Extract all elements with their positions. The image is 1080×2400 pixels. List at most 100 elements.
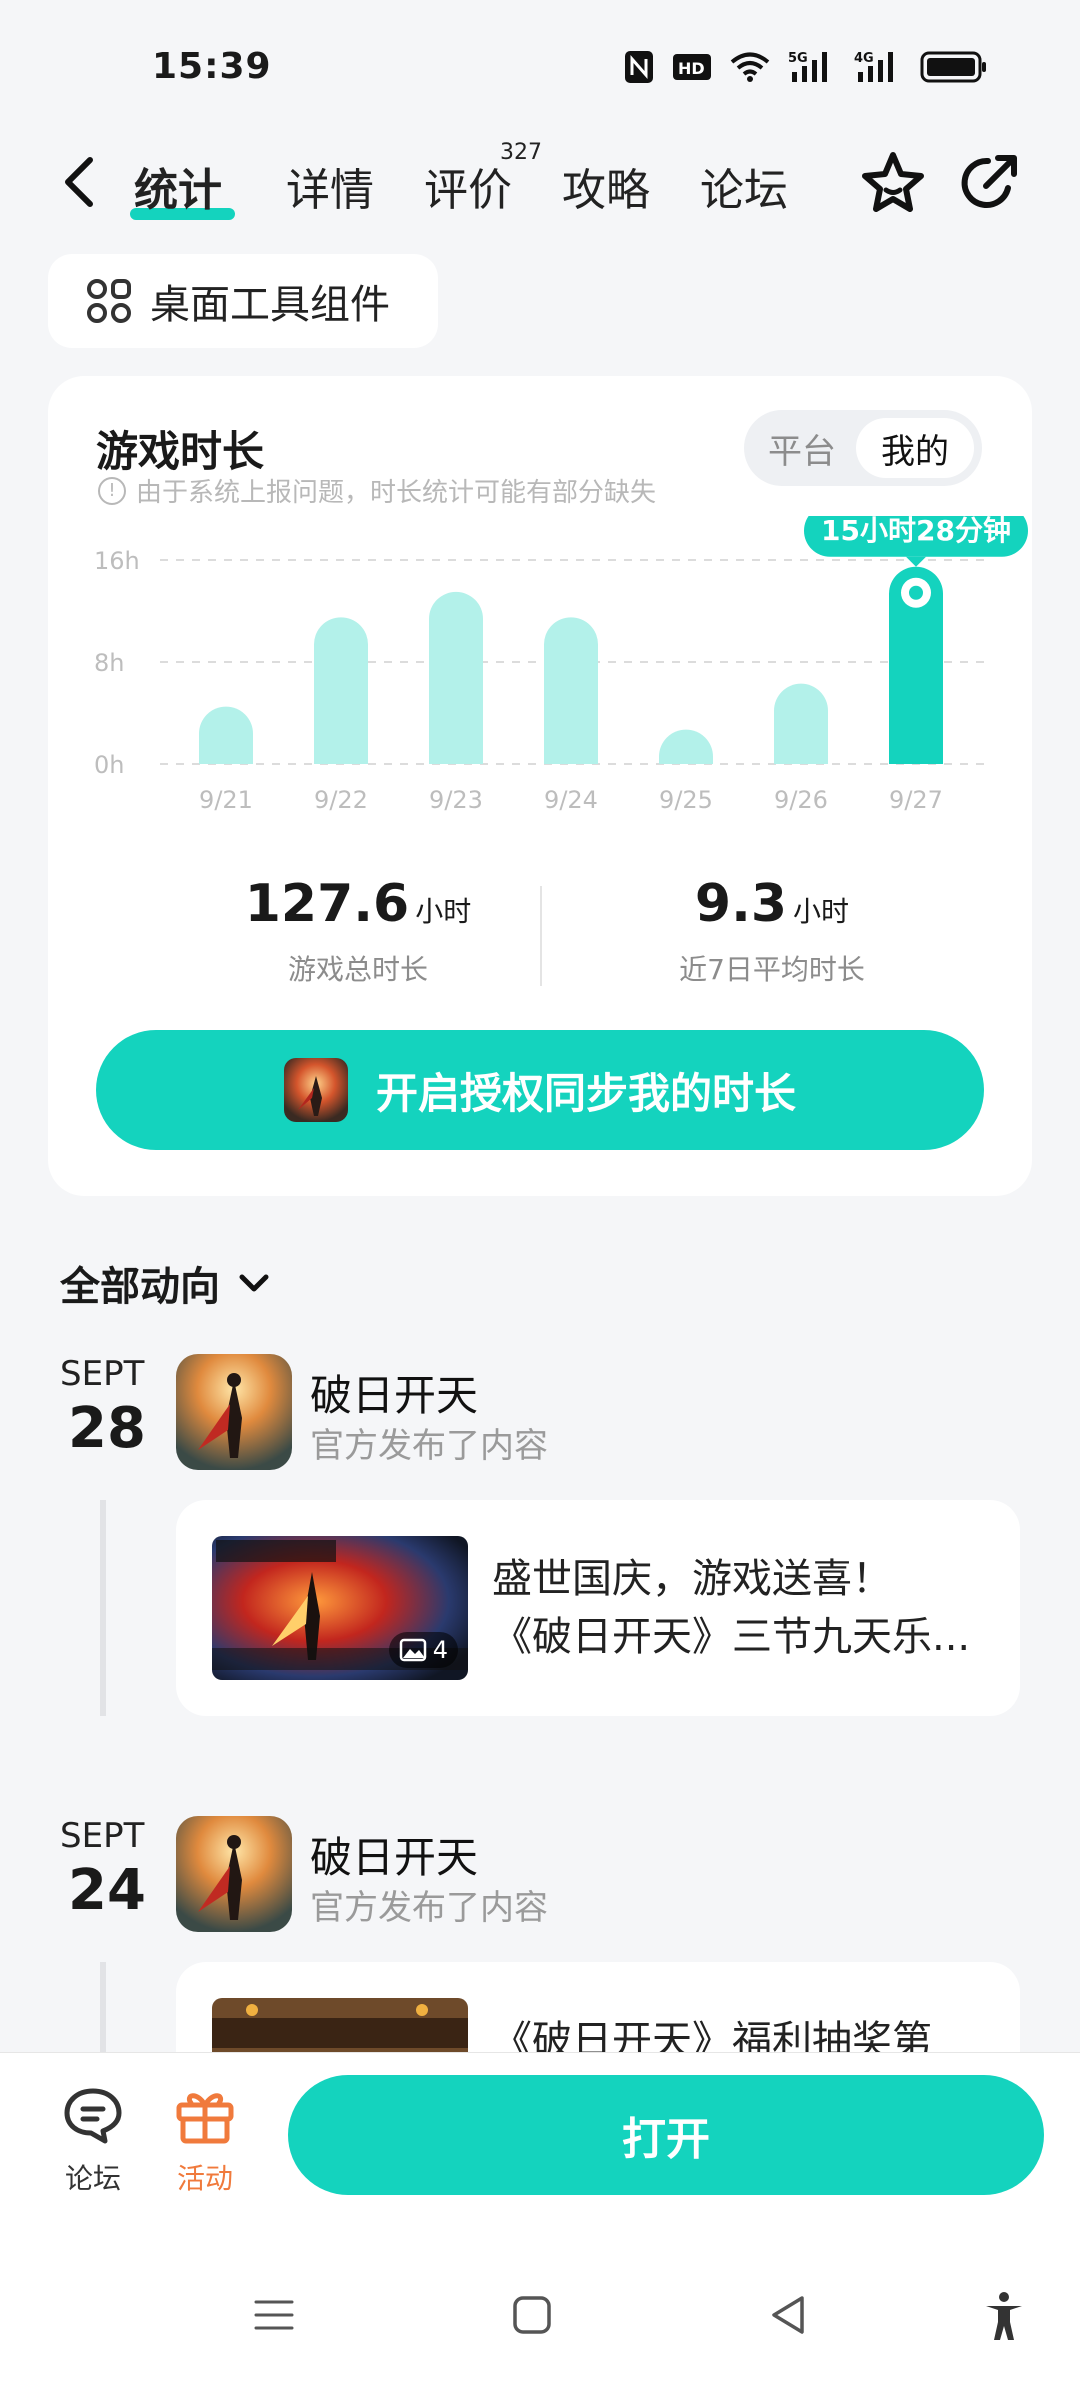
sync-playtime-label: 开启授权同步我的时长 — [375, 1068, 796, 1118]
forum-label: 论坛 — [64, 2162, 121, 2195]
post-text: 《破日开天》福利抽奖第 — [492, 2012, 992, 2056]
share-icon[interactable] — [956, 148, 1026, 218]
chart-bar — [429, 591, 483, 764]
tab-stats[interactable]: 统计 — [134, 154, 222, 218]
desktop-widget-button[interactable]: 桌面工具组件 — [48, 254, 438, 348]
tab-reviews[interactable]: 评价 — [424, 154, 512, 218]
svg-text:5G: 5G — [788, 51, 808, 66]
post-card[interactable]: 《破日开天》福利抽奖第 — [176, 1962, 1020, 2056]
menu-icon[interactable] — [250, 2290, 298, 2340]
chart-bar — [314, 617, 368, 764]
toggle-mine[interactable]: 我的 — [856, 418, 974, 478]
timeline-line — [100, 1500, 106, 1716]
accessibility-icon[interactable] — [980, 2290, 1028, 2344]
post-author: 破日开天 — [310, 1833, 479, 1882]
svg-text:HD: HD — [678, 59, 705, 78]
forum-button[interactable]: 论坛 — [48, 2087, 138, 2197]
svg-text:4G: 4G — [854, 51, 874, 66]
post-month: SEPT — [60, 1816, 145, 1856]
x-tick-label: 9/25 — [659, 786, 713, 814]
y-tick-label: 0h — [94, 751, 124, 779]
stat-divider — [540, 886, 542, 986]
timeline-line — [100, 1962, 106, 2056]
tab-forum[interactable]: 论坛 — [700, 154, 788, 218]
back-nav-icon[interactable] — [764, 2290, 812, 2340]
image-icon — [399, 1638, 426, 1662]
average-playtime: 9.3 小时 近7日平均时长 — [572, 874, 972, 988]
tab-details[interactable]: 详情 — [286, 154, 374, 218]
tab-guides[interactable]: 攻略 — [562, 154, 650, 218]
total-playtime-label: 游戏总时长 — [287, 953, 428, 986]
image-count-badge: 4 — [388, 1632, 458, 1668]
x-tick-label: 9/27 — [889, 786, 943, 814]
x-tick-label: 9/21 — [199, 786, 253, 814]
feed-title: 全部动向 — [60, 1264, 220, 1310]
battery-icon — [920, 51, 988, 83]
data-source-toggle: 平台 我的 — [744, 410, 982, 486]
favorite-star-icon[interactable] — [858, 148, 928, 218]
playtime-title: 游戏时长 — [96, 427, 265, 476]
post-thumbnail[interactable]: 4 — [212, 1536, 468, 1680]
x-tick-label: 9/23 — [429, 786, 483, 814]
feed-post[interactable]: SEPT 28 破日开天 官方发布了内容 4 盛世国庆，游戏送喜！ 《破日开天》… — [0, 1354, 1080, 1754]
4g-signal-icon: 4G — [854, 50, 902, 84]
post-month: SEPT — [60, 1354, 145, 1394]
post-author: 破日开天 — [310, 1371, 479, 1420]
total-playtime-unit: 小时 — [415, 895, 472, 928]
average-playtime-label: 近7日平均时长 — [679, 953, 865, 986]
activity-button[interactable]: 活动 — [160, 2087, 250, 2197]
feed-filter[interactable]: 全部动向 — [60, 1254, 272, 1312]
post-text-line1: 盛世国庆，游戏送喜！ — [492, 1556, 892, 1602]
system-nav-bar — [0, 2242, 1080, 2400]
playtime-note-text: 由于系统上报问题，时长统计可能有部分缺失 — [136, 478, 657, 508]
top-nav: 统计 详情 评价 327 攻略 论坛 — [0, 130, 1080, 240]
status-bar: 15:39 HD 5G 4G — [0, 0, 1080, 120]
reviews-count-badge: 327 — [500, 140, 542, 165]
forum-chat-icon — [64, 2088, 122, 2144]
open-game-button[interactable]: 打开 — [288, 2075, 1044, 2195]
average-playtime-unit: 小时 — [793, 895, 850, 928]
nfc-icon — [624, 50, 654, 84]
playtime-note: ! 由于系统上报问题，时长统计可能有部分缺失 — [98, 472, 656, 509]
post-day: 28 — [68, 1396, 146, 1461]
feed-post[interactable]: SEPT 24 破日开天 官方发布了内容 《破日开天》福利抽奖第 — [0, 1816, 1080, 2056]
post-subtitle: 官方发布了内容 — [310, 1426, 548, 1466]
5g-signal-icon: 5G — [788, 50, 836, 84]
chart-bar — [199, 706, 253, 764]
post-text-line2: 《破日开天》三节九天乐... — [492, 1614, 971, 1660]
post-text: 盛世国庆，游戏送喜！ 《破日开天》三节九天乐... — [492, 1550, 992, 1666]
back-button[interactable] — [56, 152, 106, 212]
game-avatar — [176, 1354, 292, 1470]
image-count: 4 — [432, 1636, 448, 1664]
widgets-icon — [87, 279, 131, 323]
total-playtime: 127.6 小时 游戏总时长 — [158, 874, 558, 988]
x-tick-label: 9/26 — [774, 786, 828, 814]
home-icon[interactable] — [508, 2290, 556, 2340]
post-day: 24 — [68, 1858, 146, 1923]
back-arrow-icon — [65, 157, 93, 207]
toggle-platform[interactable]: 平台 — [752, 418, 852, 478]
status-icons: HD 5G 4G — [624, 50, 988, 84]
chevron-down-icon — [239, 1274, 269, 1292]
desktop-widget-label: 桌面工具组件 — [150, 282, 390, 328]
game-icon — [283, 1058, 348, 1122]
post-card[interactable]: 4 盛世国庆，游戏送喜！ 《破日开天》三节九天乐... — [176, 1500, 1020, 1716]
game-avatar — [176, 1816, 292, 1932]
activity-label: 活动 — [176, 2162, 233, 2195]
highlight-tooltip-text: 15小时28分钟 — [821, 516, 1011, 547]
status-time: 15:39 — [152, 46, 272, 87]
total-playtime-value: 127.6 — [244, 874, 410, 934]
gift-icon — [176, 2093, 234, 2144]
hd-voice-icon: HD — [672, 52, 712, 82]
highlight-marker-dot — [909, 585, 923, 600]
chart-bar — [659, 729, 713, 764]
tooltip-arrow — [906, 556, 926, 567]
y-tick-label: 16h — [94, 547, 140, 575]
post-thumbnail[interactable] — [212, 1998, 468, 2056]
post-subtitle: 官方发布了内容 — [310, 1888, 548, 1928]
info-icon: ! — [98, 476, 126, 505]
sync-playtime-button[interactable]: 开启授权同步我的时长 — [96, 1030, 984, 1150]
post-text-line1: 《破日开天》福利抽奖第 — [492, 2018, 932, 2056]
bottom-action-bar: 论坛 活动 打开 — [0, 2052, 1080, 2242]
chart-bar — [774, 683, 828, 764]
